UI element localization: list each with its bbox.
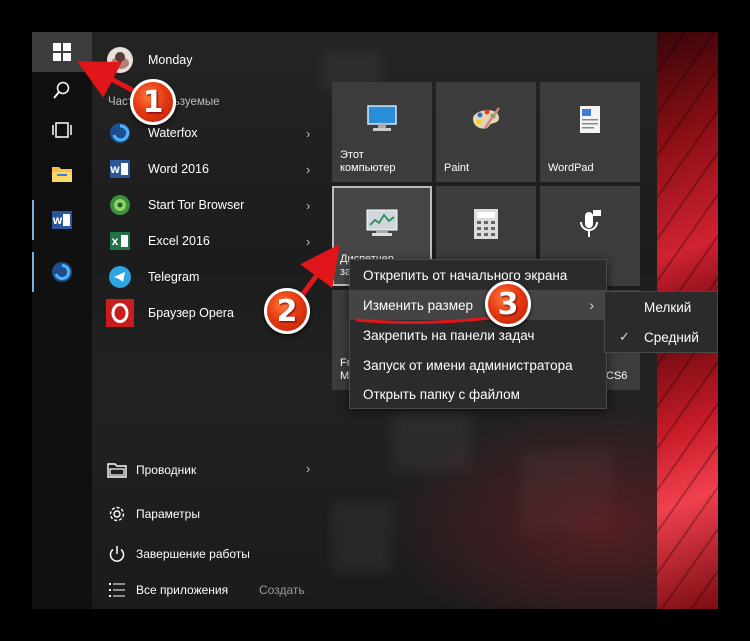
arrow-to-tile — [297, 243, 340, 300]
annotation-arrows — [77, 61, 491, 325]
step-badge-2: 2 — [264, 288, 310, 334]
arrow-to-start — [77, 61, 142, 98]
step-badge-3: 3 — [485, 281, 531, 327]
step-badge-1: 1 — [130, 79, 176, 125]
underline-resize — [355, 316, 491, 325]
